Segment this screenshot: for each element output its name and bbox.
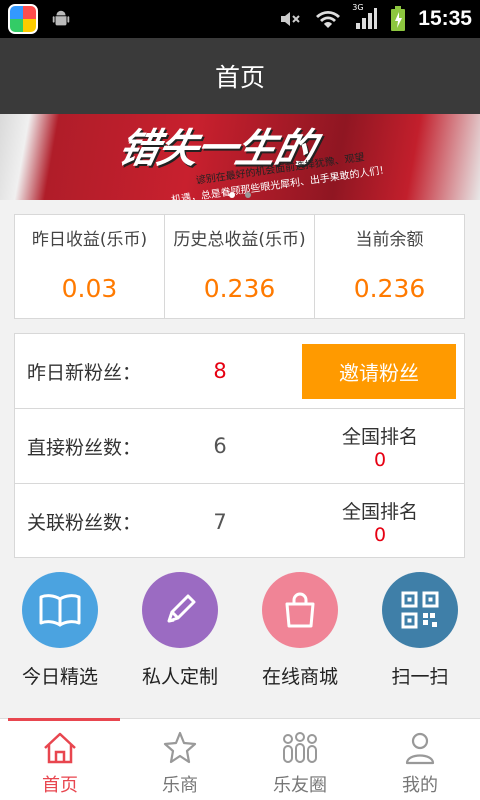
qr-code-icon [382,572,458,648]
action-custom[interactable]: 私人定制 [120,572,240,692]
action-scan[interactable]: 扫一扫 [360,572,480,692]
action-daily-picks[interactable]: 今日精选 [0,572,120,692]
direct-fans-label: 直接粉丝数： [27,436,142,459]
action-label: 扫一扫 [391,666,449,688]
title-bar: 首页 [0,38,480,114]
stat-total-earnings: 历史总收益(乐币) 0.236 [165,215,315,318]
banner-carousel[interactable]: 错失一生的 谚别在最好的机会面前选择犹豫、观望 机遇，总是眷顾那些眼光犀利、出手… [0,114,480,200]
user-icon [405,732,435,765]
direct-national-rank: 全国排名 0 [315,422,445,471]
tab-friends-circle[interactable]: 乐友圈 [240,719,360,800]
stat-value: 0.236 [353,274,426,303]
action-label: 今日精选 [21,666,98,688]
home-icon [44,732,76,764]
rank-label: 全国排名 [341,501,418,523]
tab-label: 首页 [42,775,78,796]
group-icon [283,732,317,763]
stat-label: 昨日收益(乐币) [31,230,148,250]
page-title: 首页 [214,63,265,92]
android-debug-icon [52,10,70,26]
tab-label: 乐友圈 [273,775,327,796]
carousel-dot[interactable] [229,192,235,198]
network-badge: 3G [352,3,364,12]
star-icon [163,731,197,764]
battery-charging-icon [391,6,406,31]
stat-yesterday-earnings: 昨日收益(乐币) 0.03 [15,215,165,318]
app-store-icon[interactable] [8,4,38,34]
signal-icon: 3G [352,3,378,31]
fan-row-direct: 直接粉丝数： 6 全国排名 0 [15,409,464,484]
quick-actions: 今日精选 私人定制 在线商城 扫一扫 [0,572,480,692]
action-label: 在线商城 [261,666,338,688]
related-fans-label: 关联粉丝数： [27,512,142,534]
earnings-stats: 昨日收益(乐币) 0.03 历史总收益(乐币) 0.236 当前余额 0.236 [14,214,465,319]
carousel-indicator [0,192,480,198]
tab-lexiang-shop[interactable]: 乐商 [120,719,240,800]
clock: 15:35 [418,7,472,30]
yesterday-fans-value: 8 [213,359,227,383]
fans-summary: 昨日新粉丝： 8 邀请粉丝 直接粉丝数： 6 全国排名 0 关联粉丝数： 7 全… [14,333,465,558]
tab-mine[interactable]: 我的 [360,719,480,800]
rank-value: 0 [373,448,387,471]
stat-label: 当前余额 [355,230,424,250]
tab-label: 我的 [402,775,438,796]
stat-value: 0.236 [203,274,276,303]
bottom-tab-bar: 首页 乐商 乐友圈 我的 [0,718,480,800]
action-online-mall[interactable]: 在线商城 [240,572,360,692]
open-book-icon [22,572,98,648]
action-label: 私人定制 [141,666,218,688]
wifi-icon [316,11,341,28]
mute-icon [281,12,300,26]
fan-row-related: 关联粉丝数： 7 全国排名 0 [15,484,464,559]
direct-fans-value: 6 [213,434,227,458]
invite-fans-button[interactable]: 邀请粉丝 [302,344,456,399]
stat-current-balance: 当前余额 0.236 [315,215,464,318]
shopping-bag-icon [262,572,338,648]
stat-value: 0.03 [61,274,118,303]
stat-label: 历史总收益(乐币) [173,230,306,250]
related-fans-value: 7 [213,509,227,534]
rank-value: 0 [373,524,387,546]
tab-home[interactable]: 首页 [0,718,120,800]
tab-label: 乐商 [162,775,198,796]
status-bar: 3G 15:35 [0,0,480,38]
carousel-dot[interactable] [245,192,251,198]
fan-row-yesterday: 昨日新粉丝： 8 邀请粉丝 [15,334,464,409]
pencil-icon [142,572,218,648]
related-national-rank: 全国排名 0 [315,497,445,546]
yesterday-fans-label: 昨日新粉丝： [27,361,142,384]
rank-label: 全国排名 [341,425,418,448]
